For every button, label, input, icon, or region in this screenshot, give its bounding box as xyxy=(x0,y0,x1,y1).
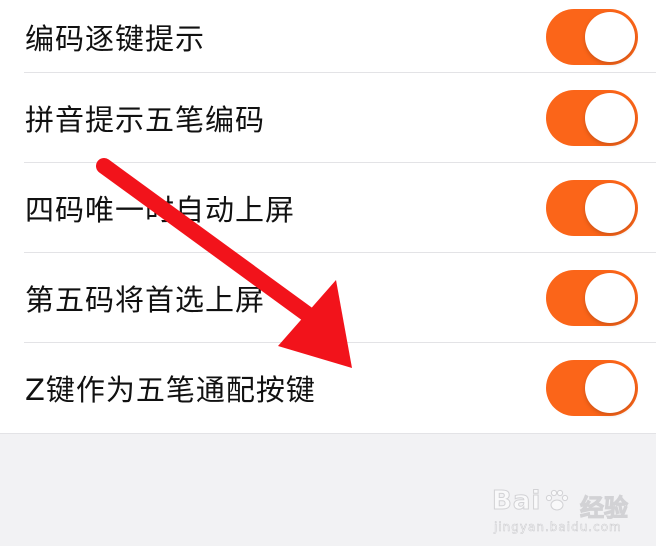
setting-row-key-hint: 编码逐键提示 xyxy=(0,0,656,73)
watermark-url: jingyan.baidu.com xyxy=(494,520,622,535)
setting-label: 第五码将首选上屏 xyxy=(25,283,266,317)
baidu-jingyan-watermark: Bai 经验 jingyan.baidu.com xyxy=(491,486,642,536)
toggle-knob xyxy=(585,93,635,143)
watermark-brand: Bai xyxy=(491,486,542,517)
paw-icon xyxy=(545,489,569,511)
setting-row-fifth-code-commit: 第五码将首选上屏 xyxy=(0,253,656,343)
four-code-commit-toggle[interactable] xyxy=(546,180,638,236)
setting-label: 四码唯一时自动上屏 xyxy=(25,193,296,227)
fifth-code-commit-toggle[interactable] xyxy=(546,270,638,326)
toggle-knob xyxy=(585,363,635,413)
settings-screen: 编码逐键提示 拼音提示五笔编码 四码唯一时自动上屏 第五码将首选上屏 Z键作为五… xyxy=(0,0,656,546)
toggle-knob xyxy=(585,11,635,62)
toggle-knob xyxy=(585,273,635,323)
pinyin-hint-toggle[interactable] xyxy=(546,90,638,146)
setting-row-pinyin-hint: 拼音提示五笔编码 xyxy=(0,73,656,163)
setting-row-z-wildcard: Z键作为五笔通配按键 xyxy=(0,343,656,433)
toggle-knob xyxy=(585,183,635,233)
setting-row-four-code-commit: 四码唯一时自动上屏 xyxy=(0,163,656,253)
watermark-brand-suffix: 经验 xyxy=(580,494,629,523)
key-hint-toggle[interactable] xyxy=(546,8,638,65)
setting-label: 编码逐键提示 xyxy=(25,21,206,56)
setting-label: 拼音提示五笔编码 xyxy=(25,103,266,137)
settings-list: 编码逐键提示 拼音提示五笔编码 四码唯一时自动上屏 第五码将首选上屏 Z键作为五… xyxy=(0,0,656,434)
setting-label: Z键作为五笔通配按键 xyxy=(25,373,316,407)
z-wildcard-toggle[interactable] xyxy=(546,360,638,416)
